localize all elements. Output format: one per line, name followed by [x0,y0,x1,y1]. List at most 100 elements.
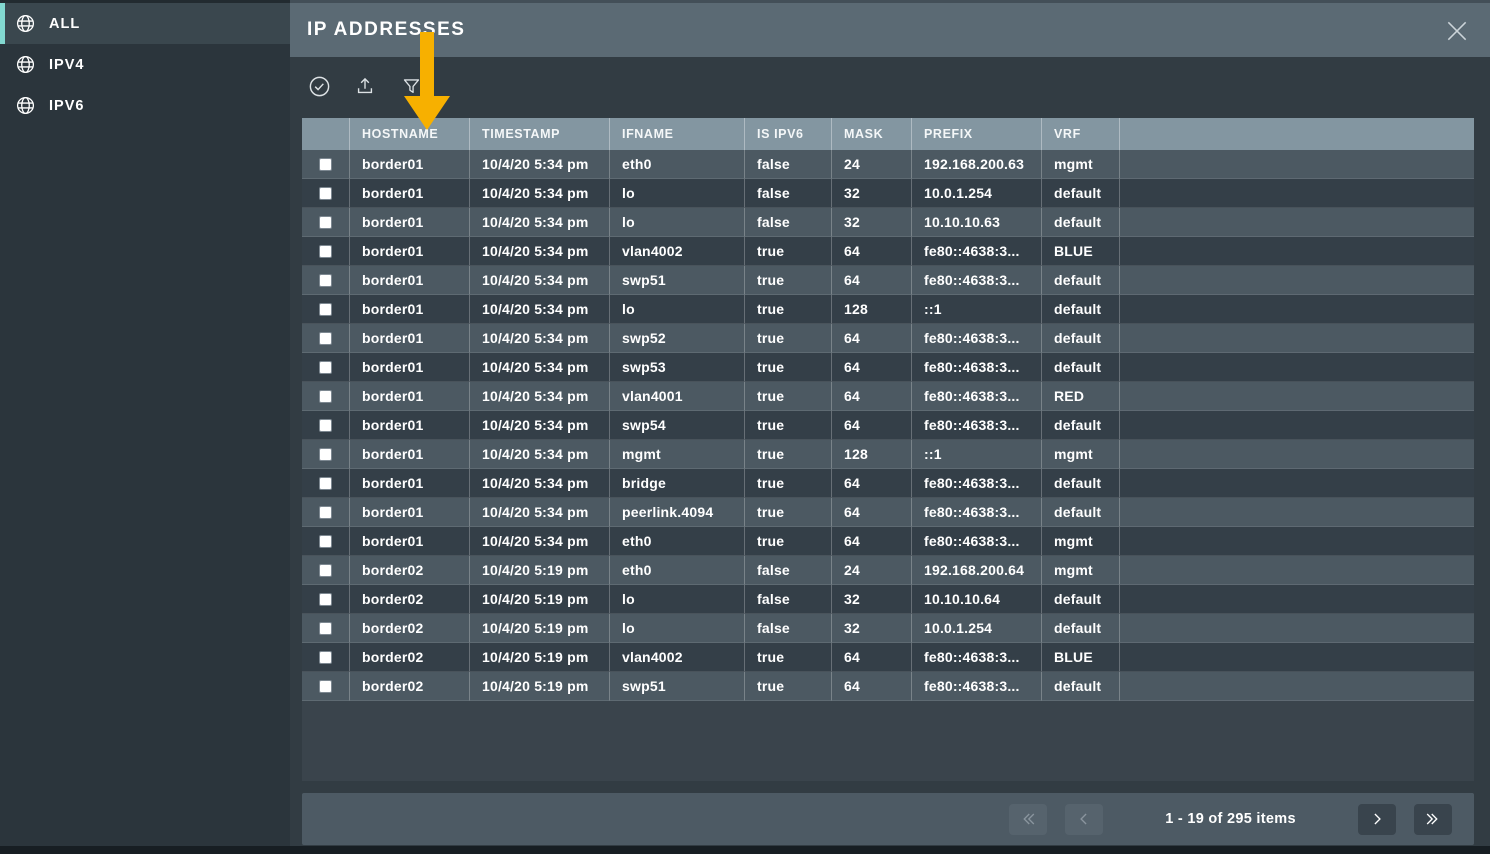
pagination-next-button[interactable] [1358,804,1396,835]
row-checkbox[interactable] [319,535,332,548]
globe-icon [14,95,36,117]
cell-filler [1120,208,1474,237]
column-header-mask[interactable]: MASK [832,118,912,150]
cell-vrf: mgmt [1042,440,1120,469]
cell-is-ipv6: true [745,498,832,527]
cell-timestamp: 10/4/20 5:34 pm [470,150,610,179]
row-checkbox[interactable] [319,477,332,490]
cell-prefix: fe80::4638:3... [912,382,1042,411]
cell-hostname: border01 [350,382,470,411]
cell-hostname: border01 [350,411,470,440]
cell-prefix: fe80::4638:3... [912,672,1042,701]
cell-timestamp: 10/4/20 5:34 pm [470,498,610,527]
table-row: border02 10/4/20 5:19 pm lo false 32 10.… [302,585,1474,614]
cell-ifname: eth0 [610,150,745,179]
row-checkbox[interactable] [319,332,332,345]
cell-ifname: swp53 [610,353,745,382]
cell-filler [1120,411,1474,440]
cell-filler [1120,498,1474,527]
sidebar-item-ipv6[interactable]: IPV6 [0,85,290,126]
column-header-hostname[interactable]: HOSTNAME [350,118,470,150]
globe-icon [14,54,36,76]
cell-mask: 64 [832,643,912,672]
column-header-is-ipv6[interactable]: IS IPV6 [745,118,832,150]
column-header-prefix[interactable]: PREFIX [912,118,1042,150]
cell-hostname: border02 [350,672,470,701]
table-row: border01 10/4/20 5:34 pm lo true 128 ::1… [302,295,1474,324]
column-header-vrf[interactable]: VRF [1042,118,1120,150]
cell-hostname: border02 [350,614,470,643]
cell-ifname: lo [610,179,745,208]
row-checkbox[interactable] [319,680,332,693]
table-body: border01 10/4/20 5:34 pm eth0 false 24 1… [302,150,1474,701]
row-checkbox[interactable] [319,419,332,432]
cell-prefix: 10.10.10.64 [912,585,1042,614]
cell-is-ipv6: true [745,527,832,556]
header-select-column [302,118,350,150]
cell-is-ipv6: true [745,353,832,382]
column-header-ifname[interactable]: IFNAME [610,118,745,150]
cell-timestamp: 10/4/20 5:34 pm [470,295,610,324]
cell-ifname: vlan4002 [610,237,745,266]
row-checkbox[interactable] [319,245,332,258]
row-checkbox[interactable] [319,303,332,316]
cell-vrf: default [1042,411,1120,440]
cell-is-ipv6: true [745,643,832,672]
pagination-last-button[interactable] [1414,804,1452,835]
close-icon[interactable] [1440,14,1474,48]
cell-filler [1120,382,1474,411]
cell-timestamp: 10/4/20 5:19 pm [470,614,610,643]
pagination-first-button[interactable] [1009,804,1047,835]
pagination-range-label: 1 - 19 of 295 items [1103,811,1358,827]
table-row: border01 10/4/20 5:34 pm vlan4002 true 6… [302,237,1474,266]
sidebar-item-all[interactable]: ALL [0,3,290,44]
cell-hostname: border02 [350,585,470,614]
cell-is-ipv6: true [745,411,832,440]
cell-prefix: fe80::4638:3... [912,324,1042,353]
cell-is-ipv6: true [745,295,832,324]
cell-timestamp: 10/4/20 5:34 pm [470,237,610,266]
cell-timestamp: 10/4/20 5:34 pm [470,527,610,556]
cell-is-ipv6: false [745,179,832,208]
row-checkbox[interactable] [319,187,332,200]
export-upload-icon[interactable] [349,70,381,102]
cell-is-ipv6: false [745,556,832,585]
cell-ifname: swp51 [610,266,745,295]
cell-prefix: fe80::4638:3... [912,411,1042,440]
row-checkbox[interactable] [319,448,332,461]
cell-hostname: border01 [350,237,470,266]
cell-is-ipv6: false [745,150,832,179]
column-header-timestamp[interactable]: TIMESTAMP [470,118,610,150]
cell-vrf: BLUE [1042,237,1120,266]
filter-icon[interactable] [395,70,427,102]
table-row: border01 10/4/20 5:34 pm eth0 false 24 1… [302,150,1474,179]
row-checkbox[interactable] [319,158,332,171]
table-row: border01 10/4/20 5:34 pm eth0 true 64 fe… [302,527,1474,556]
cell-hostname: border02 [350,556,470,585]
cell-filler [1120,150,1474,179]
row-checkbox[interactable] [319,506,332,519]
row-checkbox[interactable] [319,361,332,374]
selected-accent-bar [0,3,5,44]
cell-is-ipv6: true [745,266,832,295]
row-checkbox[interactable] [319,216,332,229]
cell-mask: 64 [832,324,912,353]
cell-hostname: border01 [350,324,470,353]
cell-filler [1120,237,1474,266]
row-checkbox[interactable] [319,390,332,403]
table-row: border01 10/4/20 5:34 pm mgmt true 128 :… [302,440,1474,469]
cell-hostname: border01 [350,527,470,556]
cell-hostname: border01 [350,150,470,179]
cell-prefix: fe80::4638:3... [912,643,1042,672]
row-checkbox[interactable] [319,622,332,635]
pagination-prev-button[interactable] [1065,804,1103,835]
row-checkbox[interactable] [319,564,332,577]
sidebar-item-label: IPV6 [49,98,84,114]
cell-is-ipv6: true [745,382,832,411]
select-all-icon[interactable] [303,70,335,102]
row-checkbox[interactable] [319,274,332,287]
row-checkbox[interactable] [319,593,332,606]
sidebar-item-ipv4[interactable]: IPV4 [0,44,290,85]
row-checkbox[interactable] [319,651,332,664]
cell-is-ipv6: true [745,440,832,469]
